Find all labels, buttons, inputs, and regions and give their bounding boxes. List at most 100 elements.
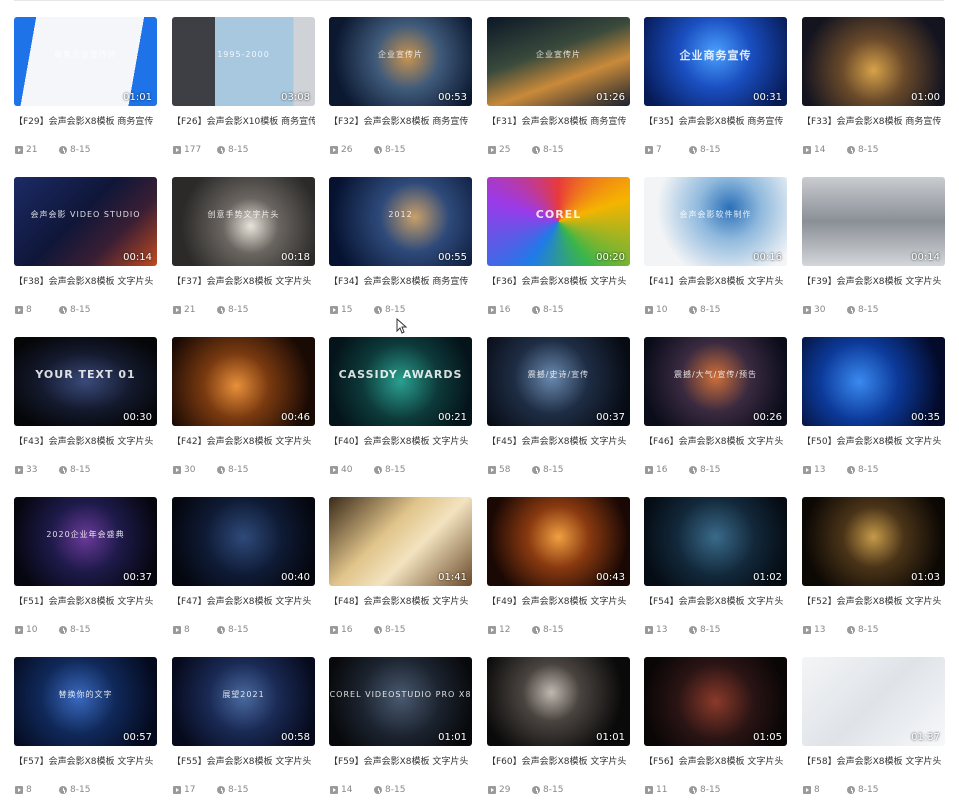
video-title[interactable]: 【F49】会声会影X8模板 文字片头 <box>487 594 630 607</box>
clock-icon <box>374 146 382 154</box>
video-thumbnail[interactable]: 震撼/大气/宣传/预告 00:26 <box>644 337 787 426</box>
upload-date: 8-15 <box>228 145 249 155</box>
video-thumbnail[interactable]: COREL 00:20 <box>487 177 630 266</box>
video-title[interactable]: 【F50】会声会影X8模板 文字片头 <box>802 434 945 447</box>
video-meta: 12 8-15 <box>487 625 630 637</box>
video-title[interactable]: 【F54】会声会影X8模板 文字片头 <box>644 594 787 607</box>
video-title[interactable]: 【F32】会声会影X8模板 商务宣传 <box>329 114 472 127</box>
video-thumbnail[interactable]: 01:03 <box>802 497 945 586</box>
upload-date: 8-15 <box>385 145 406 155</box>
thumbnail-caption <box>802 17 945 92</box>
play-count-icon <box>645 306 653 314</box>
video-title[interactable]: 【F52】会声会影X8模板 文字片头 <box>802 594 945 607</box>
video-meta: 10 8-15 <box>14 625 157 637</box>
video-thumbnail[interactable]: 00:43 <box>487 497 630 586</box>
video-meta: 21 8-15 <box>14 145 157 157</box>
video-thumbnail[interactable]: COREL VIDEOSTUDIO PRO X8 01:01 <box>329 657 472 746</box>
play-count: 11 <box>656 785 668 795</box>
video-thumbnail[interactable]: 01:05 <box>644 657 787 746</box>
clock-icon <box>59 146 67 154</box>
duration-badge: 03:08 <box>281 92 310 103</box>
video-thumbnail[interactable]: 01:00 <box>802 17 945 106</box>
thumbnail-caption: 2012 <box>388 210 413 219</box>
video-thumbnail[interactable]: 企业宣传片 00:53 <box>329 17 472 106</box>
duration-badge: 00:37 <box>596 412 625 423</box>
video-title[interactable]: 【F29】会声会影X8模板 商务宣传 <box>14 114 157 127</box>
video-title[interactable]: 【F45】会声会影X8模板 文字片头 <box>487 434 630 447</box>
video-thumbnail[interactable]: 创意手势文字片头 00:18 <box>172 177 315 266</box>
video-title[interactable]: 【F34】会声会影X8模板 商务宣传 <box>329 274 472 287</box>
video-title[interactable]: 【F38】会声会影X8模板 文字片头 <box>14 274 157 287</box>
video-thumbnail[interactable]: CASSIDY AWARDS 00:21 <box>329 337 472 426</box>
video-title[interactable]: 【F41】会声会影X8模板 文字片头 <box>644 274 787 287</box>
video-title[interactable]: 【F31】会声会影X8模板 商务宣传 <box>487 114 630 127</box>
video-thumbnail[interactable]: 展望2021 00:58 <box>172 657 315 746</box>
video-thumbnail[interactable]: 1995-2000 03:08 <box>172 17 315 106</box>
video-title[interactable]: 【F51】会声会影X8模板 文字片头 <box>14 594 157 607</box>
video-meta: 17 8-15 <box>172 785 315 797</box>
duration-badge: 00:57 <box>123 732 152 743</box>
clock-icon <box>532 626 540 634</box>
video-title[interactable]: 【F42】会声会影X8模板 文字片头 <box>172 434 315 447</box>
video-thumbnail[interactable]: 01:02 <box>644 497 787 586</box>
duration-badge: 01:01 <box>123 92 152 103</box>
play-count-icon <box>330 786 338 794</box>
upload-date: 8-15 <box>385 625 406 635</box>
play-count-icon <box>15 306 23 314</box>
video-meta: 25 8-15 <box>487 145 630 157</box>
clock-icon <box>847 306 855 314</box>
video-title[interactable]: 【F57】会声会影X8模板 文字片头 <box>14 754 157 767</box>
play-count: 8 <box>26 785 32 795</box>
video-title[interactable]: 【F35】会声会影X8模板 商务宣传 <box>644 114 787 127</box>
clock-icon <box>847 146 855 154</box>
video-thumbnail[interactable]: 企业宣传片 01:26 <box>487 17 630 106</box>
video-thumbnail[interactable]: 企业商务宣传 00:31 <box>644 17 787 106</box>
duration-badge: 00:26 <box>753 412 782 423</box>
video-title[interactable]: 【F48】会声会影X8模板 文字片头 <box>329 594 472 607</box>
play-count: 12 <box>499 625 511 635</box>
video-title[interactable]: 【F58】会声会影X8模板 文字片头 <box>802 754 945 767</box>
video-title[interactable]: 【F26】会声会影X10模板 商务宣传 <box>172 114 315 127</box>
video-title[interactable]: 【F55】会声会影X8模板 文字片头 <box>172 754 315 767</box>
video-thumbnail[interactable]: 01:01 <box>487 657 630 746</box>
upload-date: 8-15 <box>70 465 91 475</box>
play-count-icon <box>15 786 23 794</box>
video-title[interactable]: 【F56】会声会影X8模板 文字片头 <box>644 754 787 767</box>
video-title[interactable]: 【F46】会声会影X8模板 文字片头 <box>644 434 787 447</box>
upload-date: 8-15 <box>543 625 564 635</box>
video-title[interactable]: 【F33】会声会影X8模板 商务宣传 <box>802 114 945 127</box>
video-thumbnail[interactable]: 2012 00:55 <box>329 177 472 266</box>
video-thumbnail[interactable]: 00:14 <box>802 177 945 266</box>
video-title[interactable]: 【F39】会声会影X8模板 文字片头 <box>802 274 945 287</box>
video-thumbnail[interactable]: 00:40 <box>172 497 315 586</box>
video-thumbnail[interactable]: 震撼/史诗/宣传 00:37 <box>487 337 630 426</box>
video-title[interactable]: 【F59】会声会影X8模板 文字片头 <box>329 754 472 767</box>
play-count-icon <box>15 146 23 154</box>
video-title[interactable]: 【F40】会声会影X8模板 文字片头 <box>329 434 472 447</box>
thumbnail-caption: 企业宣传片 <box>536 50 581 59</box>
video-meta: 58 8-15 <box>487 465 630 477</box>
video-grid: 商务企业宣传片 01:01 【F29】会声会影X8模板 商务宣传 21 8-15 1995… <box>0 0 959 804</box>
video-thumbnail[interactable]: 2020企业年会盛典 00:37 <box>14 497 157 586</box>
video-thumbnail[interactable]: 替换你的文字 00:57 <box>14 657 157 746</box>
video-thumbnail[interactable]: 00:46 <box>172 337 315 426</box>
video-thumbnail[interactable]: 会声会影软件制作 00:16 <box>644 177 787 266</box>
video-thumbnail[interactable]: 会声会影 VIDEO STUDIO 00:14 <box>14 177 157 266</box>
play-count: 16 <box>656 465 668 475</box>
video-meta: 40 8-15 <box>329 465 472 477</box>
video-title[interactable]: 【F60】会声会影X8模板 文字片头 <box>487 754 630 767</box>
video-thumbnail[interactable]: 商务企业宣传片 01:01 <box>14 17 157 106</box>
thumbnail-caption: COREL <box>535 208 582 221</box>
upload-date: 8-15 <box>700 305 721 315</box>
video-title[interactable]: 【F36】会声会影X8模板 文字片头 <box>487 274 630 287</box>
video-title[interactable]: 【F37】会声会影X8模板 文字片头 <box>172 274 315 287</box>
video-title[interactable]: 【F43】会声会影X8模板 文字片头 <box>14 434 157 447</box>
video-thumbnail[interactable]: 01:41 <box>329 497 472 586</box>
thumbnail-caption <box>487 657 630 732</box>
video-thumbnail[interactable]: 01:37 <box>802 657 945 746</box>
clock-icon <box>217 306 225 314</box>
video-thumbnail[interactable]: YOUR TEXT 01 00:30 <box>14 337 157 426</box>
clock-icon <box>59 466 67 474</box>
video-thumbnail[interactable]: 00:35 <box>802 337 945 426</box>
video-title[interactable]: 【F47】会声会影X8模板 文字片头 <box>172 594 315 607</box>
